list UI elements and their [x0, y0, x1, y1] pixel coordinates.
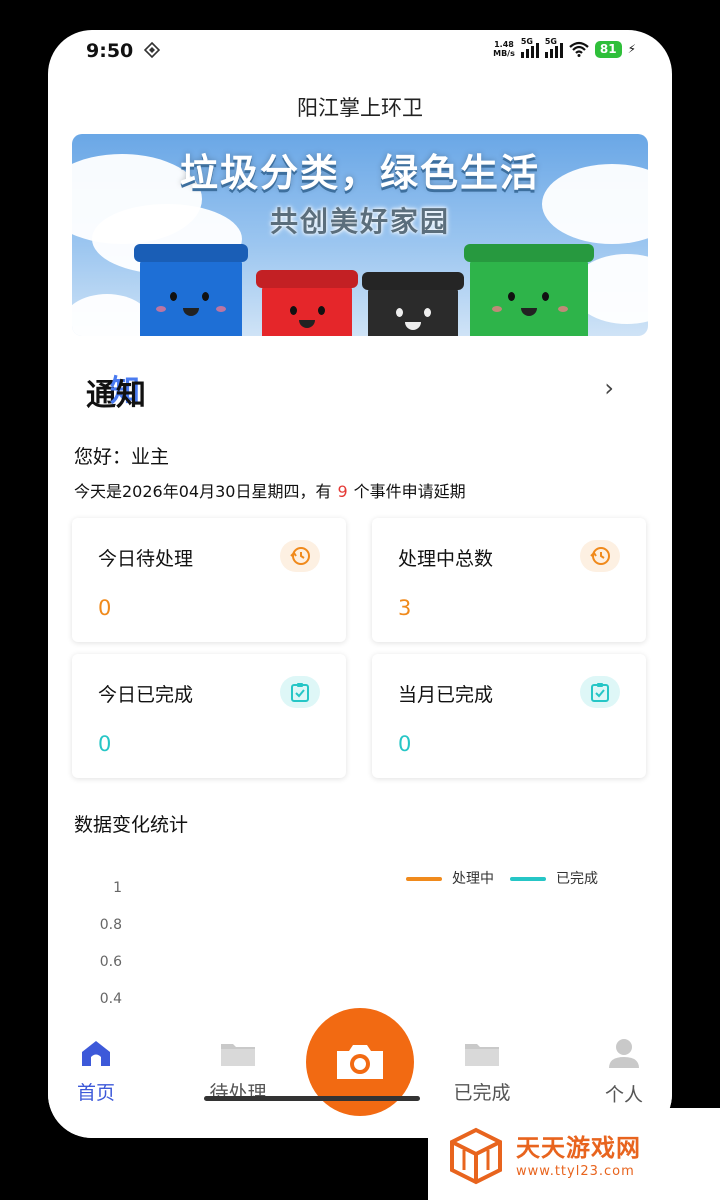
signal-icon: 5G — [520, 37, 539, 58]
nav-completed[interactable]: 已完成 — [432, 1038, 532, 1105]
legend-item-completed: 已完成 — [510, 868, 598, 888]
today-suffix: 个事件申请延期 — [353, 482, 466, 501]
line-chart: 处理中 已完成 1 0.8 0.6 0.4 — [72, 850, 648, 1030]
greeting-text: 您好：业主 — [74, 446, 170, 468]
stat-label: 当月已完成 — [398, 684, 494, 706]
battery-level: 81 — [594, 40, 622, 58]
stat-value: 0 — [98, 596, 112, 620]
history-icon — [580, 540, 620, 572]
notice-row[interactable]: 通知 › — [72, 360, 648, 414]
nav-profile[interactable]: 个人 — [574, 1038, 672, 1107]
red-bin-icon — [256, 270, 358, 336]
folder-icon — [465, 1044, 499, 1066]
clipboard-check-icon — [580, 676, 620, 708]
net-speed: 1.48 MB/s — [493, 40, 515, 58]
person-icon — [609, 1039, 639, 1068]
watermark-title: 天天游戏网 — [516, 1134, 641, 1162]
banner[interactable]: 垃圾分类，绿色生活 共创美好家园 — [72, 134, 648, 336]
wifi-icon — [569, 41, 589, 57]
net-speed-value: 1.48 — [494, 40, 514, 49]
stat-card-month-completed[interactable]: 当月已完成 0 — [372, 654, 646, 778]
stat-label: 今日已完成 — [98, 684, 194, 706]
black-bin-icon — [362, 272, 464, 336]
extension-count: 9 — [337, 482, 348, 501]
chart-legend: 处理中 已完成 — [406, 868, 598, 888]
nav-label: 首页 — [76, 1082, 115, 1104]
home-icon — [82, 1041, 110, 1066]
legend-label: 处理中 — [452, 871, 494, 887]
nav-label: 已完成 — [453, 1082, 511, 1104]
stat-label: 今日待处理 — [98, 548, 194, 570]
blue-bin-icon — [134, 244, 248, 336]
phone-screen: 9:50 1.48 MB/s 5G 5G 81 ⚡ 阳江掌上环卫 垃圾分类，绿色… — [48, 30, 672, 1138]
status-bar: 9:50 1.48 MB/s 5G 5G 81 ⚡ — [48, 30, 672, 78]
legend-label: 已完成 — [556, 871, 598, 887]
legend-item-processing: 处理中 — [406, 868, 494, 888]
stat-card-processing-total[interactable]: 处理中总数 3 — [372, 518, 646, 642]
nav-pending[interactable]: 待处理 — [188, 1038, 288, 1105]
clipboard-check-icon — [280, 676, 320, 708]
notice-title-part2: 知 — [116, 378, 146, 413]
notice-title: 通知 — [86, 370, 146, 414]
charging-icon: ⚡ — [627, 42, 636, 56]
stat-value: 3 — [398, 596, 412, 620]
watermark-url: www.ttyl23.com — [516, 1164, 635, 1179]
home-indicator[interactable] — [204, 1096, 420, 1101]
banner-subline: 共创美好家园 — [269, 205, 450, 238]
watermark: 天天游戏网 www.ttyl23.com — [428, 1108, 720, 1200]
green-bin-icon — [464, 244, 594, 336]
today-prefix: 今天是2026年04月30日星期四，有 — [74, 482, 332, 501]
stat-value: 0 — [98, 732, 112, 756]
nav-home[interactable]: 首页 — [48, 1038, 146, 1105]
y-tick-label: 0.8 — [99, 917, 122, 933]
chart-section-title: 数据变化统计 — [74, 814, 189, 836]
y-tick-label: 1 — [113, 880, 122, 896]
today-summary: 今天是2026年04月30日星期四，有 9 个事件申请延期 — [74, 478, 466, 502]
signal-icon: 5G — [544, 37, 563, 58]
stat-value: 0 — [398, 732, 412, 756]
status-indicators: 1.48 MB/s 5G 5G 81 ⚡ — [493, 37, 636, 58]
cube-logo-icon — [450, 1127, 502, 1185]
stat-card-today-completed[interactable]: 今日已完成 0 — [72, 654, 346, 778]
y-tick-label: 0.4 — [99, 991, 122, 1007]
y-tick-label: 0.6 — [99, 954, 122, 970]
net-speed-unit: MB/s — [493, 49, 515, 58]
folder-icon — [221, 1044, 255, 1066]
status-time: 9:50 — [86, 40, 134, 62]
notice-title-part1: 通 — [86, 378, 116, 413]
page-title: 阳江掌上环卫 — [297, 96, 423, 120]
signal-label: 5G — [544, 37, 557, 46]
stat-card-today-pending[interactable]: 今日待处理 0 — [72, 518, 346, 642]
camera-icon — [337, 1045, 383, 1079]
banner-headline: 垃圾分类，绿色生活 — [179, 151, 540, 195]
stat-label: 处理中总数 — [398, 548, 494, 570]
signal-label: 5G — [520, 37, 533, 46]
chevron-right-icon[interactable]: › — [604, 374, 614, 402]
history-icon — [280, 540, 320, 572]
nfc-icon — [144, 42, 160, 58]
nav-label: 个人 — [604, 1084, 643, 1106]
